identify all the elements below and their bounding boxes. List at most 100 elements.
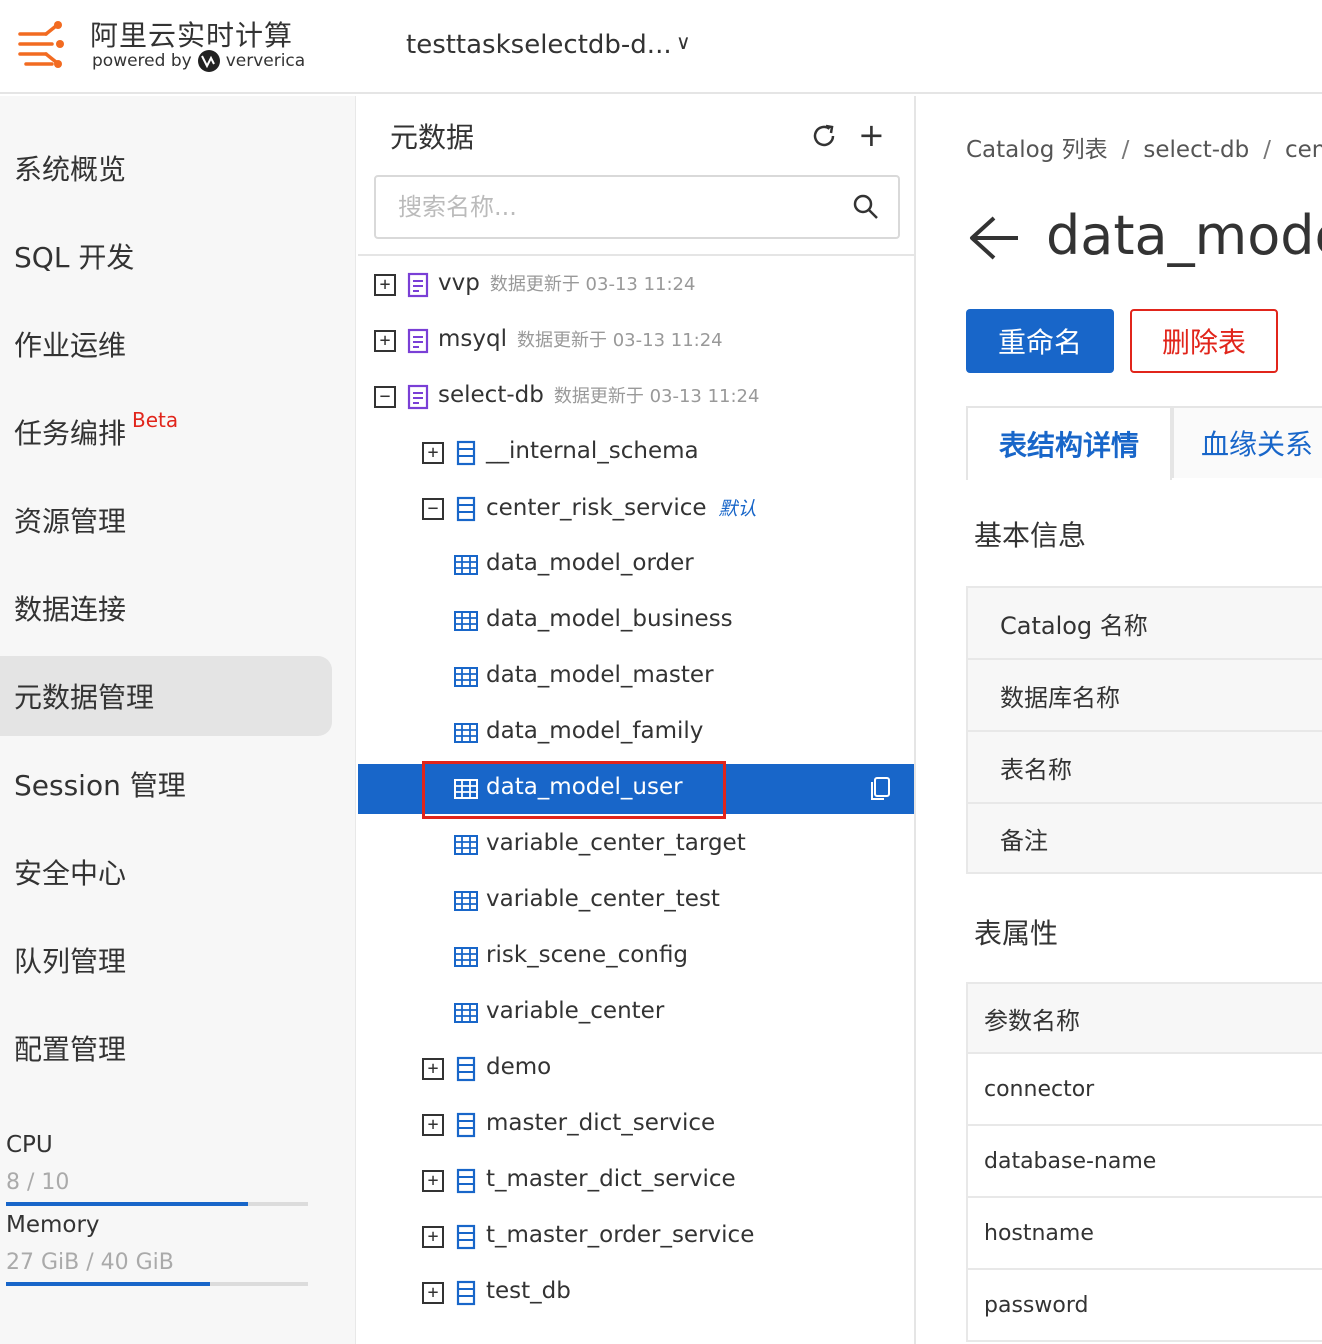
sidebar-item-5[interactable]: 数据连接 [0, 568, 332, 648]
breadcrumb-catalog[interactable]: select-db [1143, 137, 1249, 163]
breadcrumb-separator: / [1121, 137, 1130, 163]
breadcrumb-catalog-list[interactable]: Catalog 列表 [966, 137, 1108, 163]
sidebar-item-9[interactable]: 队列管理 [0, 920, 332, 1000]
catalog-row[interactable]: + msyql 数据更新于 03-13 11:24 [358, 316, 914, 366]
catalog-name: vvp [438, 270, 480, 296]
table-icon [454, 944, 478, 970]
refresh-icon[interactable] [810, 122, 838, 150]
sidebar-item-7[interactable]: Session 管理 [0, 744, 332, 824]
table-icon [454, 1000, 478, 1026]
table-label: data_model_business [486, 606, 733, 632]
table-details-panel: Catalog 列表/select-db/cent data_mode 重命名 … [918, 96, 1322, 1344]
database-icon [454, 1168, 478, 1194]
catalog-row[interactable]: − select-db 数据更新于 03-13 11:24 [358, 372, 914, 422]
expand-icon[interactable]: + [422, 1282, 444, 1304]
expand-icon[interactable]: + [422, 1058, 444, 1080]
expand-icon[interactable]: + [422, 1114, 444, 1136]
catalog-name: msyql [438, 326, 507, 352]
table-name: data_model_order [486, 550, 694, 576]
sidebar-item-3[interactable]: 任务编排 Beta [0, 392, 332, 472]
catalog-icon [406, 328, 430, 354]
table-row[interactable]: data_model_master [358, 652, 914, 702]
breadcrumb-database[interactable]: cent [1285, 137, 1322, 163]
table-label: variable_center_test [486, 886, 720, 912]
database-row[interactable]: + master_dict_service [358, 1100, 914, 1150]
workspace-selector[interactable]: testtaskselectdb-d... [406, 30, 672, 60]
table-row[interactable]: variable_center [358, 988, 914, 1038]
copy-icon[interactable] [868, 776, 892, 802]
info-row-label: Catalog 名称 [966, 586, 1322, 658]
search-input[interactable] [378, 179, 818, 235]
add-catalog-icon[interactable]: + [858, 119, 885, 151]
table-row[interactable]: data_model_order [358, 540, 914, 590]
database-name: test_db [486, 1278, 571, 1304]
partner-name: ververica [225, 51, 306, 71]
expand-icon[interactable]: + [422, 1226, 444, 1248]
table-row[interactable]: variable_center_target [358, 820, 914, 870]
database-row[interactable]: + t_master_dict_service [358, 1156, 914, 1206]
table-row[interactable]: risk_scene_config [358, 932, 914, 982]
database-name: __internal_schema [486, 438, 699, 464]
memory-value: 27 GiB / 40 GiB [6, 1250, 174, 1275]
catalog-row[interactable]: + vvp 数据更新于 03-13 11:24 [358, 260, 914, 310]
database-label: center_risk_service 默认 [486, 494, 757, 521]
expand-icon[interactable]: + [422, 1170, 444, 1192]
search-icon[interactable] [852, 193, 880, 221]
sidebar-item-label: 队列管理 [14, 945, 127, 978]
collapse-icon[interactable]: − [422, 498, 444, 520]
database-icon [454, 440, 478, 466]
cpu-value: 8 / 10 [6, 1170, 70, 1195]
sidebar-item-0[interactable]: 系统概览 [0, 128, 332, 208]
memory-label: Memory [6, 1212, 100, 1238]
expand-icon[interactable]: + [422, 442, 444, 464]
table-name: variable_center_test [486, 886, 720, 912]
database-name: t_master_dict_service [486, 1166, 736, 1192]
rename-button[interactable]: 重命名 [966, 309, 1114, 373]
database-icon [454, 496, 478, 522]
sidebar-item-2[interactable]: 作业运维 [0, 304, 332, 384]
database-label: t_master_dict_service [486, 1166, 736, 1192]
database-row[interactable]: + __internal_schema [358, 428, 914, 478]
database-row[interactable]: − center_risk_service 默认 [358, 484, 914, 534]
database-row[interactable]: + demo [358, 1044, 914, 1094]
tab-lineage[interactable]: 血缘关系 [1172, 406, 1322, 478]
database-name: master_dict_service [486, 1110, 716, 1136]
chevron-down-icon[interactable]: ∨ [676, 30, 691, 54]
tab-schema-details[interactable]: 表结构详情 [966, 406, 1172, 480]
delete-table-button[interactable]: 删除表 [1130, 309, 1278, 373]
collapse-icon[interactable]: − [374, 386, 396, 408]
table-row[interactable]: data_model_user [358, 761, 914, 819]
database-label: demo [486, 1054, 551, 1080]
database-row[interactable]: + test_db [358, 1268, 914, 1318]
table-icon [454, 888, 478, 914]
table-row[interactable]: variable_center_test [358, 876, 914, 926]
database-label: master_dict_service [486, 1110, 715, 1136]
table-label: data_model_family [486, 718, 703, 744]
catalog-name: select-db [438, 382, 544, 408]
sidebar-item-label: 任务编排 [14, 417, 127, 450]
table-row[interactable]: data_model_business [358, 596, 914, 646]
sidebar-item-4[interactable]: 资源管理 [0, 480, 332, 560]
database-row[interactable]: + t_master_order_service [358, 1212, 914, 1262]
updated-time: 数据更新于 03-13 11:24 [517, 330, 723, 351]
sidebar-item-10[interactable]: 配置管理 [0, 1008, 332, 1088]
sidebar-item-6[interactable]: 元数据管理 [0, 656, 332, 736]
sidebar-item-1[interactable]: SQL 开发 [0, 216, 332, 296]
database-name: center_risk_service [486, 495, 707, 521]
sidebar-item-label: 系统概览 [14, 153, 127, 186]
catalog-label: select-db 数据更新于 03-13 11:24 [438, 382, 759, 408]
table-name: variable_center [486, 998, 665, 1024]
table-row[interactable]: data_model_family [358, 708, 914, 758]
search-box [374, 175, 900, 239]
properties-header: 参数名称 [966, 982, 1322, 1054]
back-arrow-icon[interactable] [968, 214, 1020, 262]
expand-icon[interactable]: + [374, 274, 396, 296]
top-header: 阿里云实时计算 powered by ververica testtasksel… [0, 0, 1322, 94]
updated-time: 数据更新于 03-13 11:24 [553, 386, 760, 407]
memory-usage-fill [6, 1282, 210, 1286]
table-name: risk_scene_config [486, 942, 689, 968]
info-row-label: 备注 [966, 802, 1322, 874]
expand-icon[interactable]: + [374, 330, 396, 352]
sidebar-item-8[interactable]: 安全中心 [0, 832, 332, 912]
metadata-tree-panel: 元数据 + + vvp 数据更新于 03-13 11:24 + msyql 数据更新于 0… [358, 96, 916, 1344]
